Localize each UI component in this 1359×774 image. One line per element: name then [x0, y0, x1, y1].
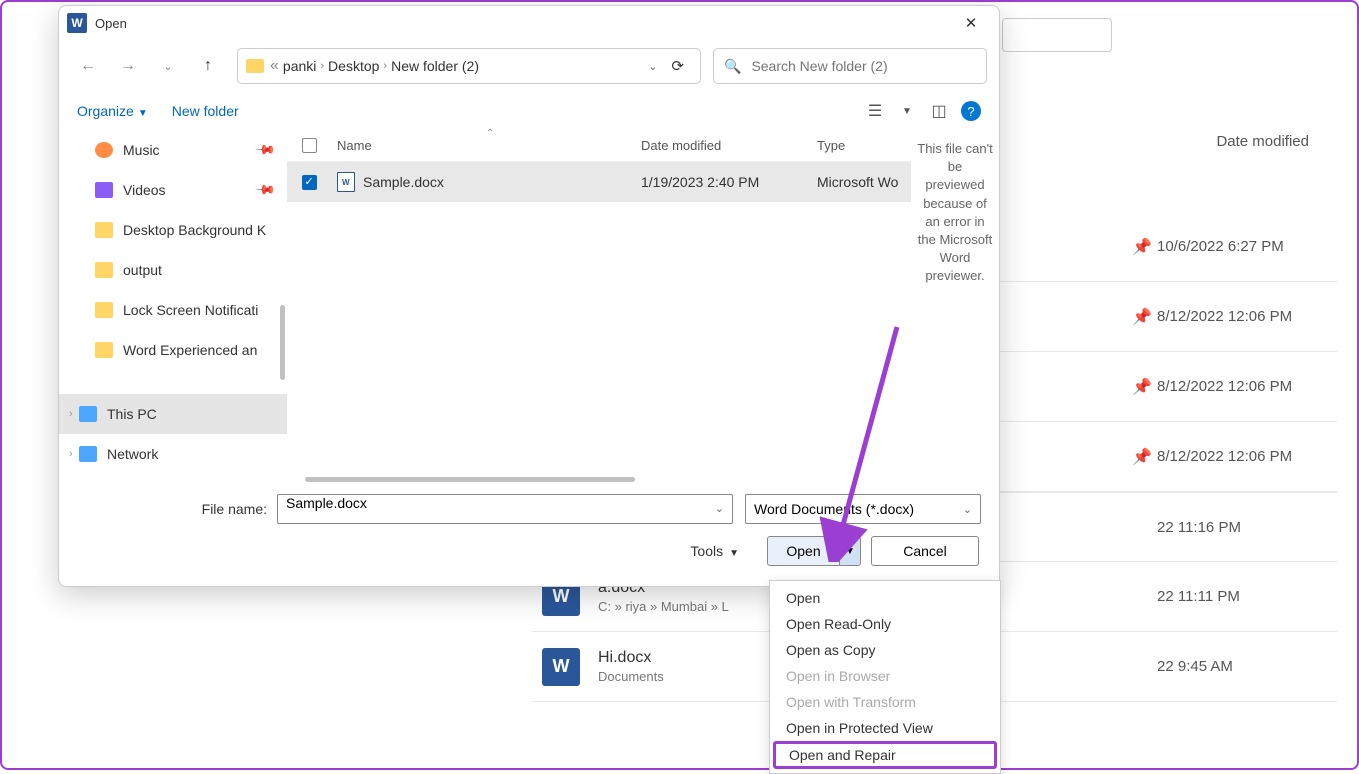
- col-name[interactable]: Name⌃: [331, 138, 641, 153]
- col-type[interactable]: Type: [817, 138, 911, 153]
- new-folder-button[interactable]: New folder: [172, 103, 239, 119]
- chevron-right-icon: ›: [320, 60, 324, 72]
- dialog-title: Open: [95, 16, 127, 31]
- open-split-button: Open ▼: [767, 536, 861, 566]
- sidebar: Music📌 Videos📌 Desktop Background K outp…: [59, 130, 287, 482]
- word-file-icon: [542, 648, 580, 686]
- pin-icon[interactable]: 📌: [1127, 307, 1157, 327]
- sidebar-item-music[interactable]: Music📌: [59, 130, 287, 170]
- view-list-icon[interactable]: ☰: [865, 101, 885, 121]
- bg-col-date: Date modified: [1216, 133, 1309, 150]
- scrollbar[interactable]: [280, 305, 285, 380]
- pin-icon: 📌: [254, 179, 277, 202]
- open-dialog: W Open ✕ ← → ⌄ ↑ « panki › Desktop › New…: [58, 5, 1000, 587]
- up-button[interactable]: ↑: [191, 49, 225, 83]
- search-box[interactable]: 🔍: [713, 48, 987, 84]
- chevron-right-icon: ›: [69, 448, 73, 460]
- file-row[interactable]: Sample.docx 1/19/2023 2:40 PM Microsoft …: [287, 162, 911, 202]
- chevron-right-icon: ›: [69, 408, 73, 420]
- file-type-filter[interactable]: Word Documents (*.docx)⌄: [745, 494, 981, 524]
- preview-pane: This file can't be previewed because of …: [911, 130, 999, 482]
- music-icon: [95, 142, 113, 158]
- menu-open-transform: Open with Transform: [770, 689, 1000, 715]
- file-name-label: File name:: [77, 501, 277, 517]
- address-bar[interactable]: « panki › Desktop › New folder (2) ⌄ ⟳: [237, 48, 701, 84]
- pc-icon: [79, 406, 97, 422]
- open-dropdown-menu: Open Open Read-Only Open as Copy Open in…: [769, 580, 1001, 774]
- menu-open[interactable]: Open: [770, 585, 1000, 611]
- word-app-icon: W: [67, 13, 87, 33]
- organize-menu[interactable]: Organize▼: [77, 103, 148, 119]
- search-input[interactable]: [751, 58, 976, 74]
- file-name-input[interactable]: Sample.docx⌄: [277, 494, 733, 524]
- sidebar-item-folder[interactable]: Desktop Background K: [59, 210, 287, 250]
- videos-icon: [95, 182, 113, 198]
- sidebar-item-network[interactable]: ›Network: [59, 434, 287, 474]
- menu-open-repair[interactable]: Open and Repair: [773, 741, 997, 769]
- sidebar-item-folder[interactable]: output: [59, 250, 287, 290]
- col-date[interactable]: Date modified: [641, 138, 817, 153]
- network-icon: [79, 446, 97, 462]
- refresh-button[interactable]: ⟳: [663, 57, 692, 75]
- word-doc-icon: [337, 172, 355, 192]
- row-checkbox[interactable]: [302, 175, 317, 190]
- pin-icon: 📌: [254, 139, 277, 162]
- sidebar-item-videos[interactable]: Videos📌: [59, 170, 287, 210]
- help-icon[interactable]: ?: [961, 101, 981, 121]
- folder-icon: [95, 262, 113, 278]
- crumb[interactable]: New folder (2): [391, 58, 479, 74]
- menu-open-protected[interactable]: Open in Protected View: [770, 715, 1000, 741]
- open-button[interactable]: Open: [768, 537, 840, 565]
- chevron-down-icon[interactable]: ⌄: [715, 502, 724, 515]
- close-button[interactable]: ✕: [951, 8, 991, 38]
- folder-icon: [95, 302, 113, 318]
- select-all-checkbox[interactable]: [302, 138, 317, 153]
- view-dropdown-icon[interactable]: ▼: [897, 101, 917, 121]
- file-list: Name⌃ Date modified Type Sample.docx 1/1…: [287, 130, 911, 482]
- dialog-toolbar: Organize▼ New folder ☰ ▼ ◫ ?: [59, 92, 999, 130]
- crumb[interactable]: Desktop: [328, 58, 379, 74]
- open-dropdown-button[interactable]: ▼: [840, 537, 860, 565]
- pin-icon[interactable]: 📌: [1127, 237, 1157, 257]
- folder-icon: [95, 342, 113, 358]
- dialog-nav: ← → ⌄ ↑ « panki › Desktop › New folder (…: [59, 40, 999, 92]
- horizontal-scrollbar[interactable]: [305, 477, 635, 482]
- preview-pane-toggle[interactable]: ◫: [929, 101, 949, 121]
- sidebar-item-folder[interactable]: Word Experienced an: [59, 330, 287, 370]
- bg-search[interactable]: [1002, 18, 1112, 52]
- chevron-down-icon[interactable]: ⌄: [963, 503, 972, 516]
- menu-open-browser: Open in Browser: [770, 663, 1000, 689]
- menu-open-readonly[interactable]: Open Read-Only: [770, 611, 1000, 637]
- sidebar-item-folder[interactable]: Lock Screen Notificati: [59, 290, 287, 330]
- dialog-titlebar: W Open ✕: [59, 6, 999, 40]
- sort-asc-icon: ⌃: [486, 128, 494, 139]
- pin-icon[interactable]: 📌: [1127, 447, 1157, 467]
- crumb[interactable]: panki: [283, 58, 316, 74]
- cancel-button[interactable]: Cancel: [871, 536, 979, 566]
- sidebar-item-thispc[interactable]: ›This PC: [59, 394, 287, 434]
- menu-open-copy[interactable]: Open as Copy: [770, 637, 1000, 663]
- forward-button[interactable]: →: [111, 49, 145, 83]
- folder-icon: [95, 222, 113, 238]
- folder-icon: [246, 59, 264, 73]
- recent-dropdown[interactable]: ⌄: [151, 49, 185, 83]
- chevron-right-icon: ›: [383, 60, 387, 72]
- tools-menu[interactable]: Tools▼: [690, 543, 739, 559]
- back-button[interactable]: ←: [71, 49, 105, 83]
- address-dropdown[interactable]: ⌄: [642, 60, 663, 73]
- search-icon: 🔍: [724, 58, 741, 75]
- pin-icon[interactable]: 📌: [1127, 377, 1157, 397]
